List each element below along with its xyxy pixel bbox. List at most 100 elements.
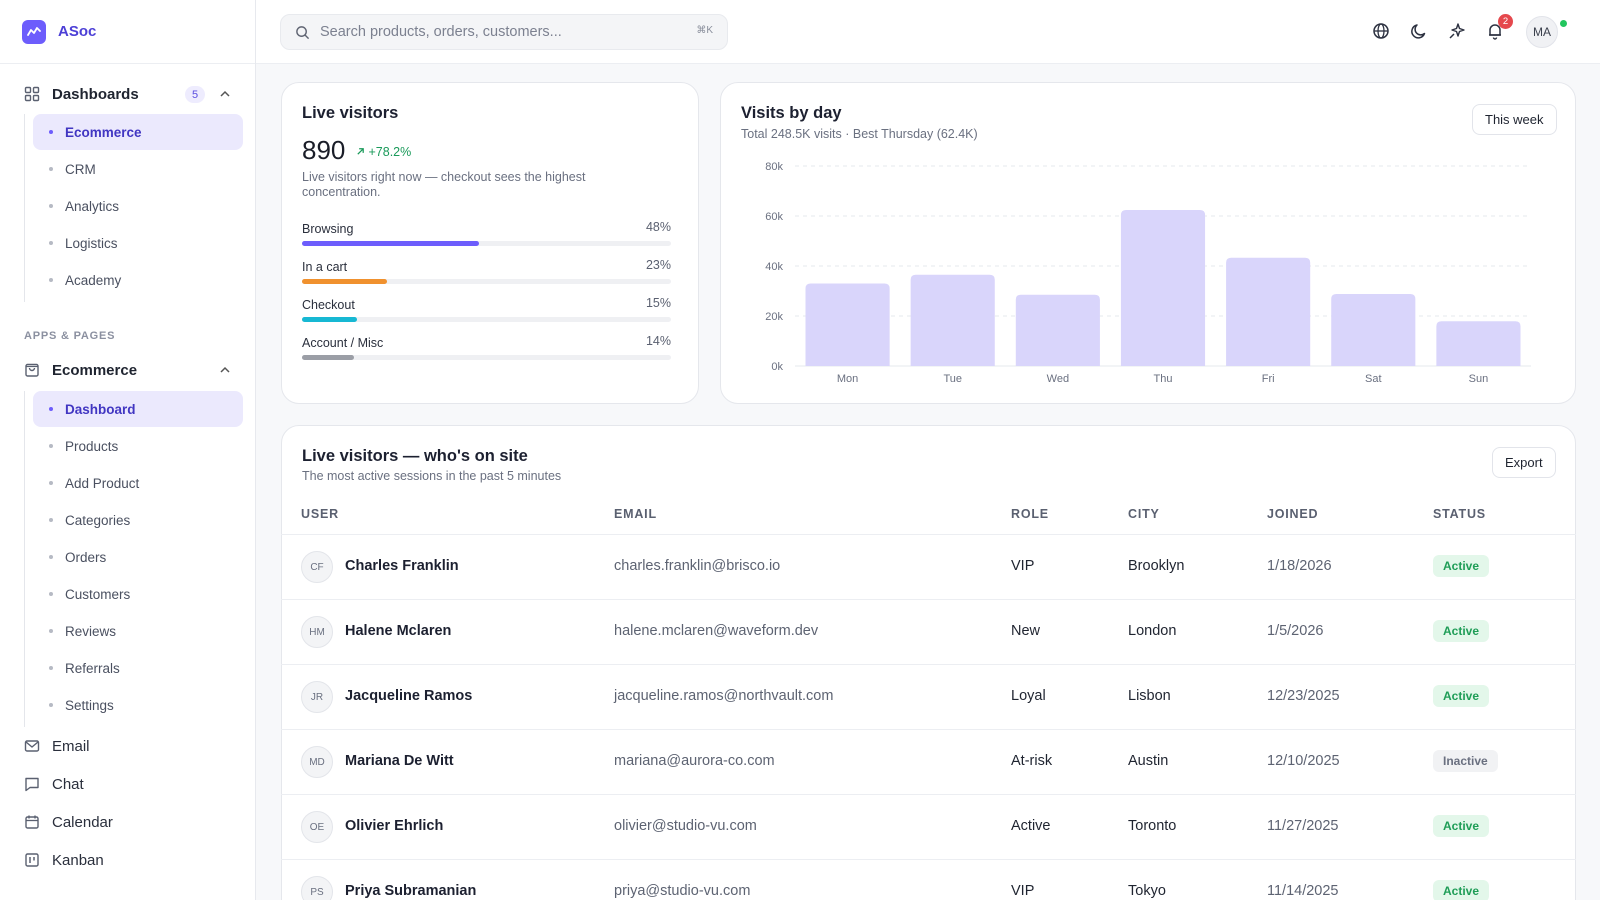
bar-tue (910, 274, 995, 366)
x-tick-label: Thu (1154, 373, 1173, 383)
user-city: Toronto (1128, 818, 1177, 834)
nav-group-label: Ecommerce (52, 361, 138, 379)
chevron-up-icon[interactable] (218, 87, 232, 101)
metric-percent: 14% (645, 334, 671, 348)
metric-checkout: Checkout 15% (302, 296, 671, 322)
metric-browsing: Browsing 48% (302, 220, 671, 246)
sidebar-item-categories[interactable]: Categories (33, 502, 243, 538)
notification-count-badge: 2 (1498, 14, 1513, 29)
dark-mode-moon-icon[interactable] (1408, 20, 1430, 42)
table-row[interactable]: JR Jacqueline Ramos jacqueline.ramos@north… (281, 664, 1576, 729)
chat-bubble-icon (25, 777, 39, 792)
table-row[interactable]: MD Mariana De Witt mariana@aurora-co.com At… (281, 729, 1576, 794)
sidebar-item-academy[interactable]: Academy (33, 262, 243, 298)
table-row[interactable]: PS Priya Subramanian priya@studio-vu.com VI… (281, 859, 1576, 900)
export-button[interactable]: Export (1492, 447, 1556, 478)
customizer-sparkle-icon[interactable] (1446, 20, 1468, 42)
metric-label: In a cart (302, 260, 348, 274)
brand[interactable]: ASoc (0, 0, 255, 64)
shopping-bag-icon (25, 363, 39, 377)
date-range-button[interactable]: This week (1472, 104, 1557, 135)
card-subtitle: Total 248.5K visits · Best Thursday (62.… (741, 127, 978, 141)
language-globe-icon[interactable] (1370, 20, 1392, 42)
sidebar-item-settings[interactable]: Settings (33, 687, 243, 723)
status-badge: Active (1433, 620, 1490, 642)
user-city: Austin (1128, 753, 1169, 769)
user-joined: 1/18/2026 (1267, 558, 1332, 574)
table-row[interactable]: HM Halene Mclaren halene.mclaren@waveform.… (281, 599, 1576, 664)
search-shortcut: ⌘K (696, 25, 713, 36)
user-role: VIP (1011, 883, 1035, 899)
user-name: Olivier Ehrlich (345, 818, 444, 834)
bar-sat (1331, 294, 1416, 366)
nav-group-dashboards[interactable]: Dashboards 5 (0, 75, 256, 113)
live-visitors-description: Live visitors right now — checkout sees … (302, 170, 586, 199)
metric-bar (302, 279, 387, 284)
column-header-user[interactable]: USER (301, 507, 339, 521)
status-badge: Inactive (1433, 750, 1498, 772)
metric-bar (302, 355, 354, 360)
sidebar-item-dashboard[interactable]: Dashboard (33, 391, 243, 427)
x-tick-label: Sat (1365, 373, 1382, 383)
sidebar-item-customers[interactable]: Customers (33, 576, 243, 612)
metric-label: Account / Misc (302, 336, 384, 350)
user-name: Halene Mclaren (345, 623, 452, 639)
sidebar-item-ecommerce[interactable]: Ecommerce (33, 114, 243, 150)
sidebar-item-add-product[interactable]: Add Product (33, 465, 243, 501)
status-badge: Active (1433, 555, 1490, 577)
user-avatar: MD (301, 746, 333, 778)
user-avatar: JR (301, 681, 333, 713)
user-city: Tokyo (1128, 883, 1166, 899)
card-subtitle: The most active sessions in the past 5 m… (302, 469, 562, 483)
nav-group-ecommerce[interactable]: Ecommerce (0, 351, 256, 389)
sidebar-item-products[interactable]: Products (33, 428, 243, 464)
search-input[interactable] (320, 24, 680, 40)
user-email: jacqueline.ramos@northvault.com (614, 688, 834, 704)
sidebar-item-chat[interactable]: Chat (24, 769, 84, 799)
sidebar-item-kanban[interactable]: Kanban (24, 845, 104, 875)
bar-sun (1436, 321, 1521, 366)
metric-label: Checkout (302, 298, 355, 312)
column-header-city[interactable]: CITY (1128, 507, 1160, 521)
sidebar-item-reviews[interactable]: Reviews (33, 613, 243, 649)
calendar-icon (25, 815, 39, 829)
table-row[interactable]: OE Olivier Ehrlich olivier@studio-vu.com Ac… (281, 794, 1576, 859)
sidebar-item-orders[interactable]: Orders (33, 539, 243, 575)
user-avatar[interactable]: MA (1526, 16, 1558, 48)
sidebar-item-calendar[interactable]: Calendar (24, 807, 113, 837)
column-header-joined[interactable]: JOINED (1267, 507, 1318, 521)
bar-mon (805, 283, 890, 366)
table-row[interactable]: CF Charles Franklin charles.franklin@brisc… (281, 534, 1576, 599)
user-name: Mariana De Witt (345, 753, 454, 769)
x-tick-label: Wed (1047, 373, 1069, 383)
user-name: Jacqueline Ramos (345, 688, 473, 704)
search-box[interactable]: ⌘K (280, 14, 728, 50)
status-badge: Active (1433, 880, 1490, 900)
sidebar-item-email[interactable]: Email (24, 731, 90, 761)
user-joined: 12/10/2025 (1267, 753, 1340, 769)
sidebar-item-analytics[interactable]: Analytics (33, 188, 243, 224)
sidebar-item-logistics[interactable]: Logistics (33, 225, 243, 261)
metric-account-misc: Account / Misc 14% (302, 334, 671, 360)
bar-fri (1226, 257, 1311, 366)
user-joined: 12/23/2025 (1267, 688, 1340, 704)
metric-percent: 48% (645, 220, 671, 234)
user-email: halene.mclaren@waveform.dev (614, 623, 819, 639)
user-name: Charles Franklin (345, 558, 459, 574)
column-header-email[interactable]: EMAIL (614, 507, 657, 521)
live-visitors-count: 890 (302, 135, 346, 165)
chevron-up-icon[interactable] (218, 363, 232, 377)
column-header-status[interactable]: STATUS (1433, 507, 1486, 521)
sidebar-item-referrals[interactable]: Referrals (33, 650, 243, 686)
metric-label: Browsing (302, 222, 354, 236)
metric-percent: 15% (645, 296, 671, 310)
sidebar-item-crm[interactable]: CRM (33, 151, 243, 187)
section-title: APPS & PAGES (24, 330, 116, 342)
x-tick-label: Tue (943, 373, 962, 383)
visits-bar-chart: 0k 20k 40k 60k 80k Mon Tue Wed Thu Fri Sat Sun (765, 161, 1531, 383)
dashboards-count-badge: 5 (185, 86, 205, 103)
card-title: Visits by day (741, 104, 842, 122)
column-header-role[interactable]: ROLE (1011, 507, 1049, 521)
user-joined: 1/5/2026 (1267, 623, 1324, 639)
kanban-board-icon (25, 853, 39, 867)
